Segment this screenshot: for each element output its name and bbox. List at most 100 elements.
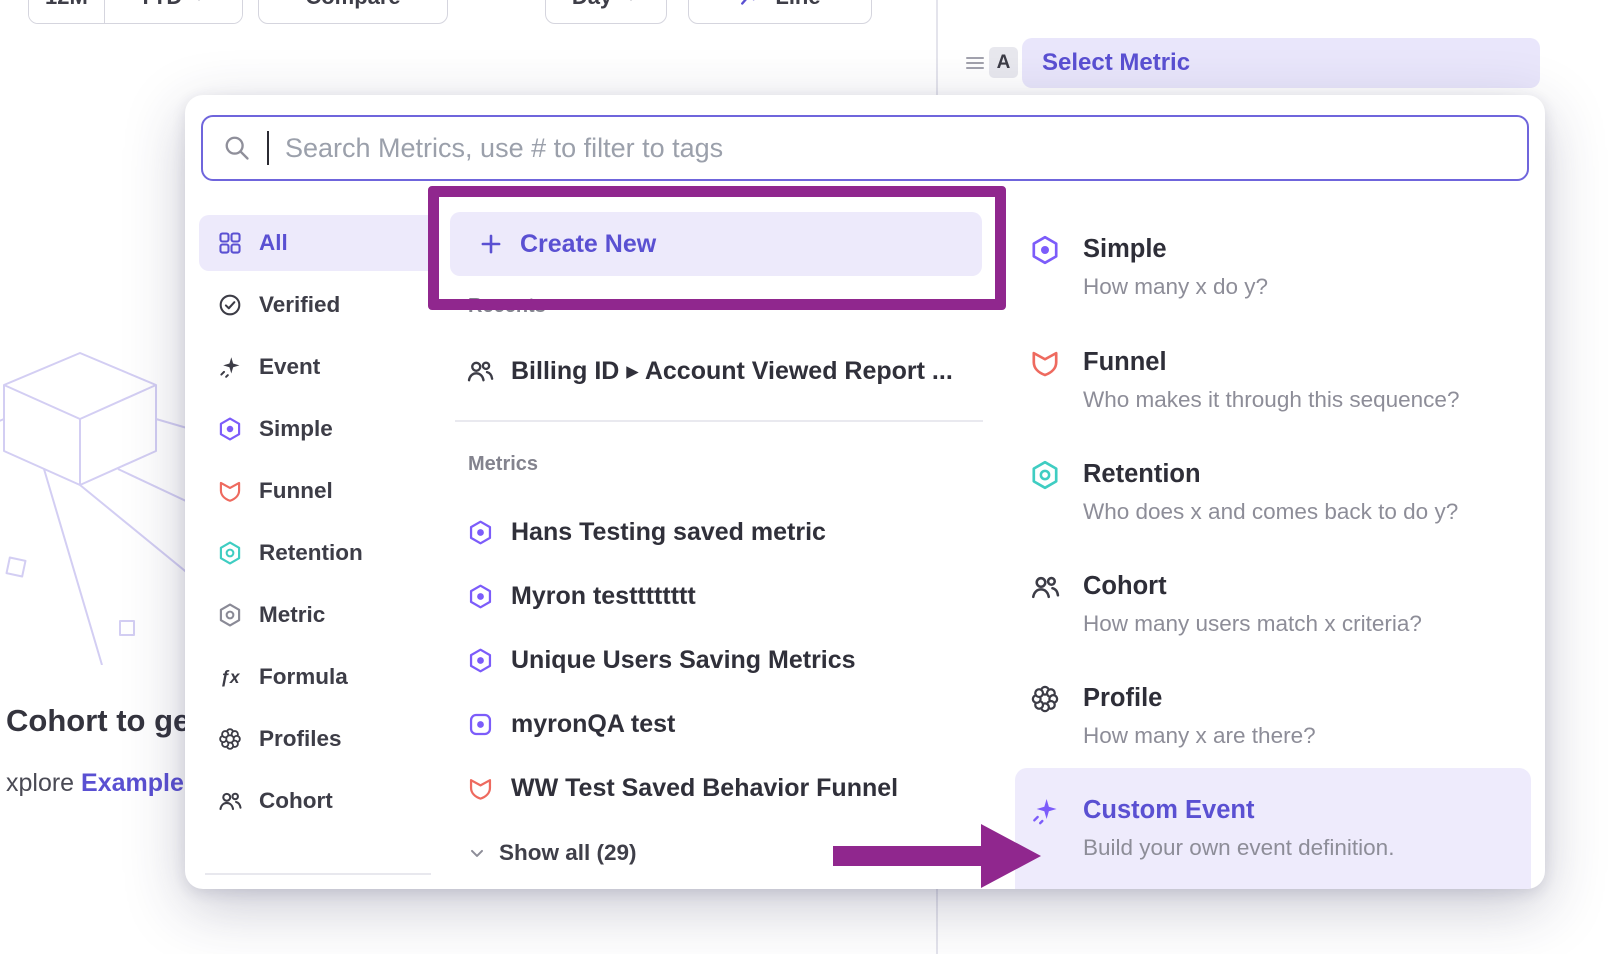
sidebar-item-simple[interactable]: Simple: [199, 401, 437, 457]
search-icon: [223, 134, 251, 162]
sidebar-item-verified[interactable]: Verified: [199, 277, 437, 333]
chart-type-line-button[interactable]: Line: [688, 0, 872, 24]
range-ytd-button[interactable]: YTD: [104, 0, 242, 23]
cohort-people-icon: [217, 788, 243, 814]
type-row-cohort[interactable]: Cohort How many users match x criteria?: [1015, 569, 1531, 638]
svg-text:ƒx: ƒx: [220, 667, 241, 687]
chart-type-line-label: Line: [775, 0, 820, 10]
category-sidebar: All Verified Event Simple Funnel Retenti…: [199, 215, 437, 889]
metric-item[interactable]: Hans Testing saved metric: [451, 504, 985, 560]
profiles-flower-icon: [217, 726, 243, 752]
metric-item-label: WW Test Saved Behavior Funnel: [511, 774, 898, 803]
empty-state-subtitle-text: xplore: [6, 769, 81, 797]
sidebar-item-label: Funnel: [259, 478, 333, 504]
create-new-label: Create New: [520, 230, 656, 259]
show-all-button[interactable]: Show all (29): [451, 825, 653, 881]
type-description: How many users match x criteria?: [1083, 610, 1531, 638]
type-row-profile[interactable]: Profile How many x are there?: [1015, 681, 1531, 750]
plus-icon: [478, 231, 504, 257]
metric-item-label: Unique Users Saving Metrics: [511, 646, 856, 675]
type-description: Build your own event definition.: [1083, 834, 1531, 862]
search-input[interactable]: [285, 133, 1507, 164]
simple-hexagon-icon: [1029, 234, 1061, 266]
funnel-icon: [217, 478, 243, 504]
profiles-flower-icon: [1029, 683, 1061, 715]
drag-handle-icon[interactable]: [963, 51, 987, 75]
sidebar-item-profiles[interactable]: Profiles: [199, 711, 437, 767]
metric-item[interactable]: WW Test Saved Behavior Funnel: [451, 760, 985, 816]
retention-hexagon-icon: [217, 540, 243, 566]
sidebar-item-label: Verified: [259, 292, 340, 318]
event-sparkle-icon: [217, 354, 243, 380]
metric-item-label: Myron testttttttt: [511, 582, 696, 611]
metric-item[interactable]: Unique Users Saving Metrics: [451, 632, 985, 688]
funnel-icon: [467, 775, 494, 802]
sidebar-item-label: Cohort: [259, 788, 333, 814]
date-range-group: 12M YTD: [28, 0, 243, 24]
hexagon-icon: [467, 647, 494, 674]
app-root: 12M YTD Compare Day Line A Select Metric: [0, 0, 1616, 954]
select-metric-modal: All Verified Event Simple Funnel Retenti…: [185, 95, 1545, 889]
retention-hexagon-icon: [1029, 459, 1061, 491]
interval-day-label: Day: [572, 0, 612, 10]
type-description: How many x are there?: [1083, 722, 1531, 750]
custom-event-sparkle-icon: [1029, 795, 1061, 827]
chevron-down-icon: [190, 0, 208, 6]
hexagon-icon: [467, 519, 494, 546]
sidebar-item-label: Metric: [259, 602, 325, 628]
create-new-button[interactable]: Create New: [450, 212, 982, 276]
grid-icon: [217, 230, 243, 256]
rounded-square-icon: [467, 711, 494, 738]
type-row-funnel[interactable]: Funnel Who makes it through this sequenc…: [1015, 345, 1531, 414]
compare-button[interactable]: Compare: [258, 0, 448, 24]
sidebar-item-label: Profiles: [259, 726, 342, 752]
metric-item[interactable]: myronQA test: [451, 696, 985, 752]
metric-item-label: myronQA test: [511, 710, 675, 739]
chevron-down-icon: [622, 0, 640, 6]
text-caret: [267, 131, 269, 165]
simple-hexagon-icon: [217, 416, 243, 442]
type-title: Retention: [1083, 457, 1531, 491]
sidebar-item-label: Event: [259, 354, 320, 380]
type-row-simple[interactable]: Simple How many x do y?: [1015, 232, 1531, 301]
type-row-custom-event[interactable]: Custom Event Build your own event defini…: [1015, 768, 1531, 889]
range-12m-button[interactable]: 12M: [29, 0, 104, 23]
empty-state-title: Cohort to ge: [6, 703, 190, 739]
sidebar-item-retention[interactable]: Retention: [199, 525, 437, 581]
type-description: Who makes it through this sequence?: [1083, 386, 1531, 414]
cohort-people-icon: [1029, 571, 1061, 603]
sidebar-item-label: Formula: [259, 664, 348, 690]
type-row-retention[interactable]: Retention Who does x and comes back to d…: [1015, 457, 1531, 526]
sidebar-item-all[interactable]: All: [199, 215, 437, 271]
sidebar-item-cohort[interactable]: Cohort: [199, 773, 437, 829]
series-badge: A: [989, 47, 1018, 78]
type-title: Simple: [1083, 232, 1531, 266]
sidebar-item-label: All: [259, 230, 288, 256]
type-description: Who does x and comes back to do y?: [1083, 498, 1531, 526]
recent-item[interactable]: Billing ID ▸ Account Viewed Report ...: [451, 342, 985, 400]
sidebar-item-metric[interactable]: Metric: [199, 587, 437, 643]
sidebar-divider: [205, 873, 431, 875]
type-title: Profile: [1083, 681, 1531, 715]
funnel-icon: [1029, 347, 1061, 379]
type-title: Funnel: [1083, 345, 1531, 379]
sidebar-item-event[interactable]: Event: [199, 339, 437, 395]
type-title: Custom Event: [1083, 793, 1531, 827]
search-box[interactable]: [201, 115, 1529, 181]
show-all-label: Show all (29): [499, 840, 637, 866]
sidebar-item-formula[interactable]: ƒx Formula: [199, 649, 437, 705]
select-metric-button[interactable]: Select Metric: [1022, 38, 1540, 88]
section-divider: [455, 420, 983, 422]
metric-item[interactable]: Myron testttttttt: [451, 568, 985, 624]
saved-metrics-list: Hans Testing saved metric Myron testtttt…: [451, 504, 985, 816]
cohort-people-icon: [465, 356, 495, 386]
range-ytd-label: YTD: [138, 0, 182, 10]
verified-badge-icon: [217, 292, 243, 318]
sidebar-item-funnel[interactable]: Funnel: [199, 463, 437, 519]
line-chart-icon: [739, 0, 765, 10]
interval-day-button[interactable]: Day: [545, 0, 667, 24]
sidebar-item-label: Simple: [259, 416, 333, 442]
type-title: Cohort: [1083, 569, 1531, 603]
type-description: How many x do y?: [1083, 273, 1531, 301]
formula-icon: ƒx: [217, 664, 243, 690]
